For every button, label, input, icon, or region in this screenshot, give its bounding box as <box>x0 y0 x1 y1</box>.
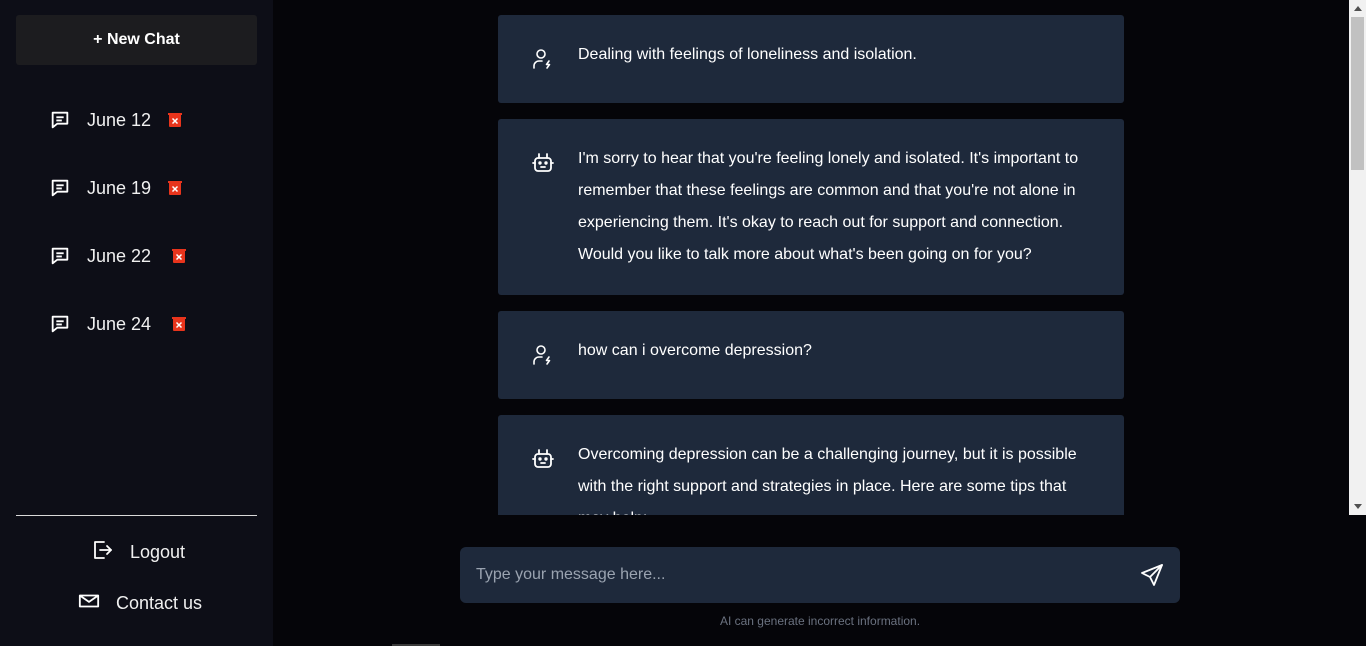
user-avatar-icon <box>531 47 555 71</box>
message-text: how can i overcome depression? <box>578 342 812 359</box>
robot-avatar-icon <box>531 151 555 175</box>
chat-messages-area[interactable]: Dealing with feelings of loneliness and … <box>273 0 1349 515</box>
delete-chat-icon[interactable] <box>171 247 187 265</box>
app-root: + New Chat June 12 June 19 June 22 June … <box>0 0 1366 646</box>
sidebar-chat-label: June 19 <box>87 177 152 198</box>
new-chat-button[interactable]: + New Chat <box>16 15 257 65</box>
message-input-container <box>460 547 1180 603</box>
sidebar: + New Chat June 12 June 19 June 22 June … <box>0 0 273 646</box>
logout-label: Logout <box>130 542 186 562</box>
scroll-down-arrow-icon[interactable] <box>1349 498 1366 515</box>
logout-button[interactable]: Logout <box>90 538 185 567</box>
message-square-icon <box>48 108 72 132</box>
message-text: Overcoming depression can be a challengi… <box>578 446 1077 515</box>
scrollbar-thumb[interactable] <box>1351 17 1364 170</box>
sidebar-chat-label: June 12 <box>87 109 152 130</box>
sidebar-chat-item[interactable]: June 22 <box>48 243 187 269</box>
contact-us-button[interactable]: Contact us <box>78 590 202 617</box>
message-input[interactable] <box>460 547 1120 603</box>
contact-us-label: Contact us <box>116 593 203 613</box>
scroll-up-arrow-icon[interactable] <box>1349 0 1366 17</box>
message-square-icon <box>48 176 72 200</box>
message-text: I'm sorry to hear that you're feeling lo… <box>578 150 1079 263</box>
sidebar-chat-item[interactable]: June 12 <box>48 107 183 133</box>
user-message: Dealing with feelings of loneliness and … <box>498 15 1124 103</box>
sidebar-divider <box>16 515 257 516</box>
message-text: Dealing with feelings of loneliness and … <box>578 46 917 63</box>
chat-scrollbar[interactable] <box>1349 0 1366 515</box>
message-square-icon <box>48 312 72 336</box>
sidebar-chat-label: June 22 <box>87 245 152 266</box>
logout-icon <box>90 538 114 567</box>
sidebar-chat-item[interactable]: June 19 <box>48 175 183 201</box>
delete-chat-icon[interactable] <box>171 315 187 333</box>
bot-message: I'm sorry to hear that you're feeling lo… <box>498 119 1124 295</box>
mail-icon <box>78 590 100 617</box>
robot-avatar-icon <box>531 447 555 471</box>
sidebar-chat-label: June 24 <box>87 313 152 334</box>
message-square-icon <box>48 244 72 268</box>
send-icon[interactable] <box>1140 563 1164 587</box>
user-avatar-icon <box>531 343 555 367</box>
delete-chat-icon[interactable] <box>167 111 183 129</box>
delete-chat-icon[interactable] <box>167 179 183 197</box>
sidebar-chat-item[interactable]: June 24 <box>48 311 187 337</box>
bot-message: Overcoming depression can be a challengi… <box>498 415 1124 515</box>
user-message: how can i overcome depression? <box>498 311 1124 399</box>
ai-disclaimer: AI can generate incorrect information. <box>719 614 921 628</box>
